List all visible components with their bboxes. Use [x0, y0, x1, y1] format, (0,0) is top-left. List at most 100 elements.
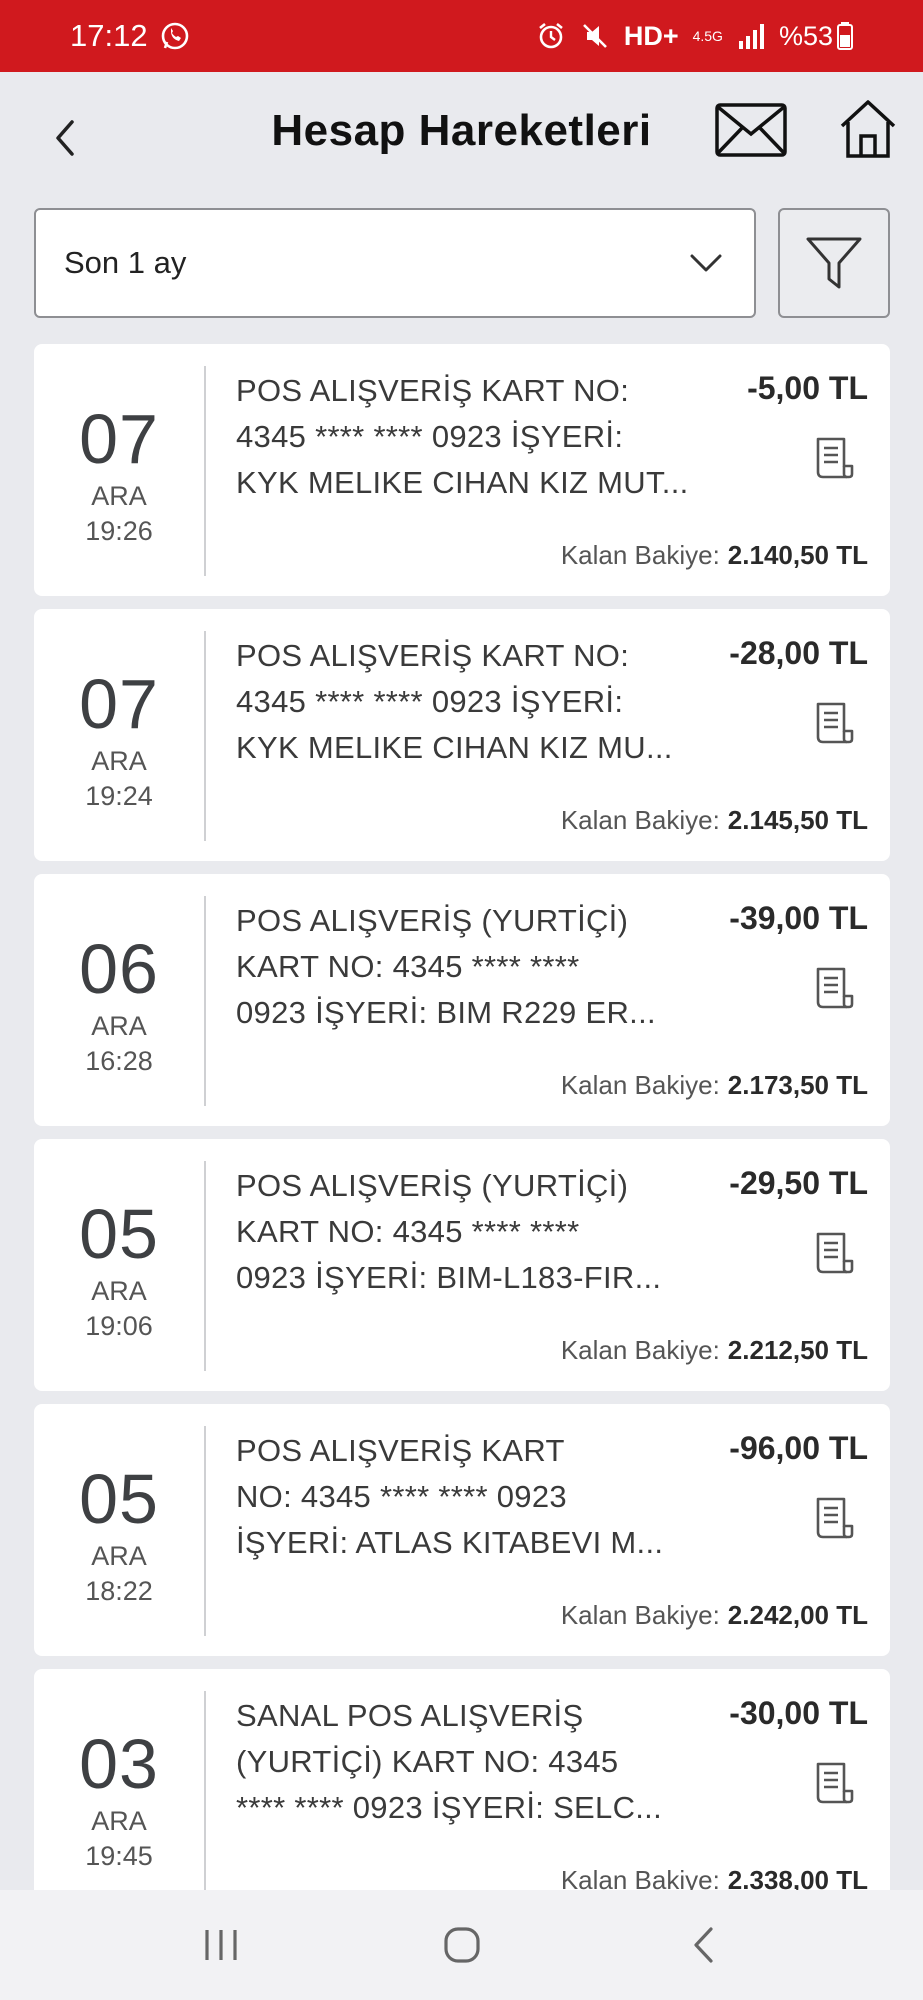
description-line: POS ALIŞVERİŞ KART NO:	[236, 373, 630, 408]
status-bar: 17:12 HD+ 4.5G %53	[0, 0, 923, 72]
receipt-icon[interactable]	[814, 1496, 856, 1540]
period-value: Son 1 ay	[64, 245, 187, 280]
receipt-icon[interactable]	[814, 436, 856, 480]
transaction-description: POS ALIŞVERİŞ KART NO: 4345 **** **** 09…	[236, 368, 706, 506]
home-icon	[840, 100, 896, 158]
whatsapp-icon	[160, 21, 190, 51]
balance-value: 2.173,50 TL	[727, 1070, 868, 1100]
transaction-card[interactable]: 06 ARA 16:28 POS ALIŞVERİŞ (YURTİÇİ) KAR…	[34, 874, 890, 1126]
balance-label: Kalan Bakiye:	[560, 1600, 720, 1630]
divider	[204, 631, 206, 841]
transaction-time: 19:24	[85, 781, 153, 811]
remaining-balance: Kalan Bakiye: 2.173,50 TL	[561, 1070, 868, 1101]
receipt-icon[interactable]	[814, 701, 856, 745]
divider	[204, 366, 206, 576]
description-line: POS ALIŞVERİŞ (YURTİÇİ)	[236, 1168, 629, 1203]
transaction-time: 19:45	[85, 1841, 153, 1871]
transaction-date: 06 ARA 16:28	[34, 896, 204, 1106]
balance-label: Kalan Bakiye:	[560, 1070, 720, 1100]
header: Hesap Hareketleri	[0, 72, 923, 200]
transaction-time: 16:28	[85, 1046, 153, 1076]
battery-icon	[837, 22, 853, 50]
divider	[204, 1426, 206, 1636]
mute-icon	[580, 21, 610, 51]
status-right: HD+ 4.5G %53	[536, 21, 853, 52]
balance-value: 2.242,00 TL	[727, 1600, 868, 1630]
chevron-left-icon	[693, 1927, 713, 1963]
alarm-icon	[536, 21, 566, 51]
back-nav-button[interactable]	[673, 1915, 733, 1975]
transaction-time: 19:26	[85, 516, 153, 546]
description-line: POS ALIŞVERİŞ KART	[236, 1433, 565, 1468]
receipt-icon[interactable]	[814, 1761, 856, 1805]
balance-label: Kalan Bakiye:	[560, 1865, 720, 1890]
transaction-amount: -29,50 TL	[729, 1165, 868, 1201]
transaction-month: ARA	[91, 1541, 147, 1571]
divider	[204, 1691, 206, 1890]
transaction-month: ARA	[91, 1806, 147, 1836]
transaction-month: ARA	[91, 746, 147, 776]
transaction-day: 07	[79, 665, 159, 743]
transaction-day: 06	[79, 930, 159, 1008]
balance-value: 2.338,00 TL	[727, 1865, 868, 1890]
divider	[204, 1161, 206, 1371]
home-nav-button[interactable]	[432, 1915, 492, 1975]
mail-button[interactable]	[714, 102, 788, 166]
balance-value: 2.140,50 TL	[727, 540, 868, 570]
envelope-icon	[715, 103, 787, 157]
transaction-card[interactable]: 07 ARA 19:24 POS ALIŞVERİŞ KART NO: 4345…	[34, 609, 890, 861]
recent-apps-button[interactable]	[191, 1915, 251, 1975]
network-sub: 4.5G	[692, 28, 723, 44]
transaction-date: 05 ARA 18:22	[34, 1426, 204, 1636]
transaction-amount: -5,00 TL	[747, 370, 868, 406]
description-line: KART NO: 4345 **** ****	[236, 949, 580, 984]
transaction-card[interactable]: 07 ARA 19:26 POS ALIŞVERİŞ KART NO: 4345…	[34, 344, 890, 596]
description-line: KYK MELIKE CIHAN KIZ MUT...	[236, 465, 689, 500]
period-select[interactable]: Son 1 ay	[34, 208, 756, 318]
transaction-time: 18:22	[85, 1576, 153, 1606]
transaction-amount: -96,00 TL	[729, 1430, 868, 1466]
transaction-card[interactable]: 05 ARA 19:06 POS ALIŞVERİŞ (YURTİÇİ) KAR…	[34, 1139, 890, 1391]
transaction-description: POS ALIŞVERİŞ (YURTİÇİ) KART NO: 4345 **…	[236, 898, 706, 1036]
transaction-day: 07	[79, 400, 159, 478]
remaining-balance: Kalan Bakiye: 2.242,00 TL	[561, 1600, 868, 1631]
description-line: 4345 **** **** 0923 İŞYERİ:	[236, 684, 624, 719]
description-line: 4345 **** **** 0923 İŞYERİ:	[236, 419, 624, 454]
description-line: (YURTİÇİ) KART NO: 4345	[236, 1744, 619, 1779]
description-line: KART NO: 4345 **** ****	[236, 1214, 580, 1249]
transaction-date: 03 ARA 19:45	[34, 1691, 204, 1890]
transaction-card[interactable]: 03 ARA 19:45 SANAL POS ALIŞVERİŞ (YURTİÇ…	[34, 1669, 890, 1890]
chevron-down-icon	[690, 254, 722, 272]
status-time: 17:12	[70, 18, 148, 53]
remaining-balance: Kalan Bakiye: 2.338,00 TL	[561, 1865, 868, 1890]
receipt-icon[interactable]	[814, 966, 856, 1010]
transaction-card[interactable]: 05 ARA 18:22 POS ALIŞVERİŞ KART NO: 4345…	[34, 1404, 890, 1656]
transaction-description: SANAL POS ALIŞVERİŞ (YURTİÇİ) KART NO: 4…	[236, 1693, 706, 1831]
transaction-description: POS ALIŞVERİŞ KART NO: 4345 **** **** 09…	[236, 633, 706, 771]
description-line: İŞYERİ: ATLAS KITABEVI M...	[236, 1525, 664, 1560]
funnel-icon	[806, 237, 862, 289]
filter-button[interactable]	[778, 208, 890, 318]
receipt-icon[interactable]	[814, 1231, 856, 1275]
transaction-day: 03	[79, 1725, 159, 1803]
transaction-description: POS ALIŞVERİŞ KART NO: 4345 **** **** 09…	[236, 1428, 706, 1566]
home-button[interactable]	[838, 98, 898, 168]
balance-label: Kalan Bakiye:	[560, 805, 720, 835]
transaction-month: ARA	[91, 1011, 147, 1041]
remaining-balance: Kalan Bakiye: 2.140,50 TL	[561, 540, 868, 571]
transaction-day: 05	[79, 1195, 159, 1273]
transaction-date: 07 ARA 19:26	[34, 366, 204, 576]
transaction-day: 05	[79, 1460, 159, 1538]
home-circle-icon	[443, 1927, 480, 1963]
transaction-month: ARA	[91, 481, 147, 511]
description-line: POS ALIŞVERİŞ KART NO:	[236, 638, 630, 673]
remaining-balance: Kalan Bakiye: 2.212,50 TL	[561, 1335, 868, 1366]
description-line: KYK MELIKE CIHAN KIZ MU...	[236, 730, 673, 765]
description-line: NO: 4345 **** **** 0923	[236, 1479, 567, 1514]
balance-label: Kalan Bakiye:	[560, 1335, 720, 1365]
transaction-amount: -28,00 TL	[729, 635, 868, 671]
description-line: POS ALIŞVERİŞ (YURTİÇİ)	[236, 903, 629, 938]
battery-level: %53	[778, 20, 833, 51]
balance-value: 2.145,50 TL	[727, 805, 868, 835]
status-left: 17:12	[70, 18, 190, 54]
